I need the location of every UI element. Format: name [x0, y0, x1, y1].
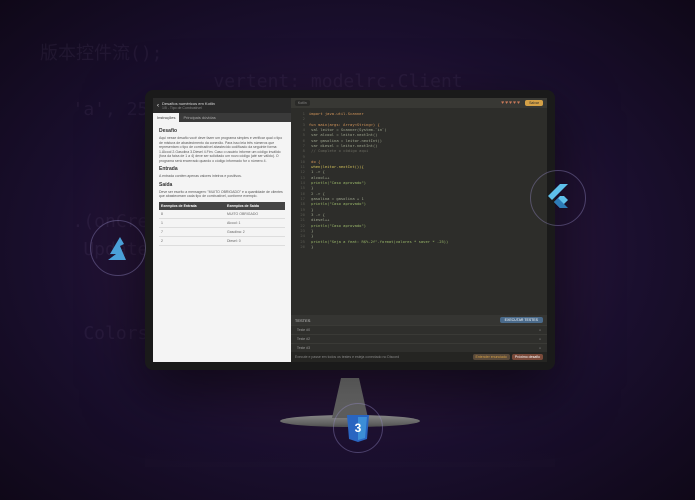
io-examples-table: Exemplos de EntradaExemplos de Saída 8MU…: [159, 202, 285, 246]
bottom-message: Execute e passe em todos os testes e est…: [295, 355, 399, 359]
flutter-icon: [530, 170, 586, 226]
heading-desafio: Desafio: [159, 128, 285, 134]
code-editor[interactable]: 1import java.util.Scanner 2 3fun main(ar…: [291, 108, 547, 315]
io-col-input: Exemplos de Entrada: [159, 202, 225, 210]
text-saida: Deve ser escrito a mensagem: "MUITO OBRI…: [159, 190, 285, 199]
text-entrada: A entrada contém apenas valores inteiros…: [159, 174, 285, 179]
code-toolbar: Kotlin ♥♥♥♥♥ Salvar: [291, 98, 547, 108]
panel-header: ‹ Desafios numéricos em Kotlin 1/5 - Tip…: [153, 98, 291, 113]
tab-faq[interactable]: Principais dúvidas: [179, 113, 219, 122]
run-tests-button[interactable]: EXECUTAR TESTES: [500, 317, 543, 323]
hearts-icon: ♥♥♥♥♥: [501, 100, 521, 106]
table-row: 2Diesel: 0: [159, 236, 285, 245]
status-dot-icon: ●: [539, 337, 541, 341]
table-row: 7Gasolina: 2: [159, 227, 285, 236]
test-results: Teste #0● Teste #2● Teste #3●: [291, 325, 547, 352]
svg-text:3: 3: [355, 421, 362, 435]
language-badge: Kotlin: [295, 100, 310, 106]
table-row: 1Alcool: 1: [159, 218, 285, 227]
io-col-output: Exemplos de Saída: [225, 202, 285, 210]
challenge-subtitle: 1/5 - Tipo de Combustível: [162, 106, 215, 110]
save-button[interactable]: Salvar: [525, 100, 543, 106]
heading-entrada: Entrada: [159, 166, 285, 172]
css3-icon: 3: [333, 403, 383, 453]
next-challenge-button[interactable]: Próximo desafio: [512, 354, 543, 360]
tests-label: TESTES: [295, 318, 311, 323]
azure-icon: [90, 220, 146, 276]
monitor-frame: ‹ Desafios numéricos em Kotlin 1/5 - Tip…: [145, 90, 555, 370]
instructions-panel: ‹ Desafios numéricos em Kotlin 1/5 - Tip…: [153, 98, 291, 362]
heading-saida: Saída: [159, 182, 285, 188]
test-row[interactable]: Teste #2●: [291, 334, 547, 343]
bottom-bar: Execute e passe em todos os testes e est…: [291, 352, 547, 362]
test-row[interactable]: Teste #0●: [291, 325, 547, 334]
panel-body: Desafio Aqui nesse desafio você deve faz…: [153, 122, 291, 362]
back-chevron-icon[interactable]: ‹: [157, 103, 159, 109]
status-dot-icon: ●: [539, 328, 541, 332]
panel-tabs: Instruções Principais dúvidas: [153, 113, 291, 122]
text-desafio: Aqui nesse desafio você deve fazer um pr…: [159, 136, 285, 163]
table-row: 8MUITO OBRIGADO: [159, 210, 285, 219]
tests-header: TESTES EXECUTAR TESTES: [291, 315, 547, 325]
code-panel: Kotlin ♥♥♥♥♥ Salvar 1import java.util.Sc…: [291, 98, 547, 362]
status-dot-icon: ●: [539, 346, 541, 350]
tab-instructions[interactable]: Instruções: [153, 113, 179, 122]
test-row[interactable]: Teste #3●: [291, 343, 547, 352]
understand-button[interactable]: Entender enunciado: [473, 354, 510, 360]
screen: ‹ Desafios numéricos em Kotlin 1/5 - Tip…: [153, 98, 547, 362]
